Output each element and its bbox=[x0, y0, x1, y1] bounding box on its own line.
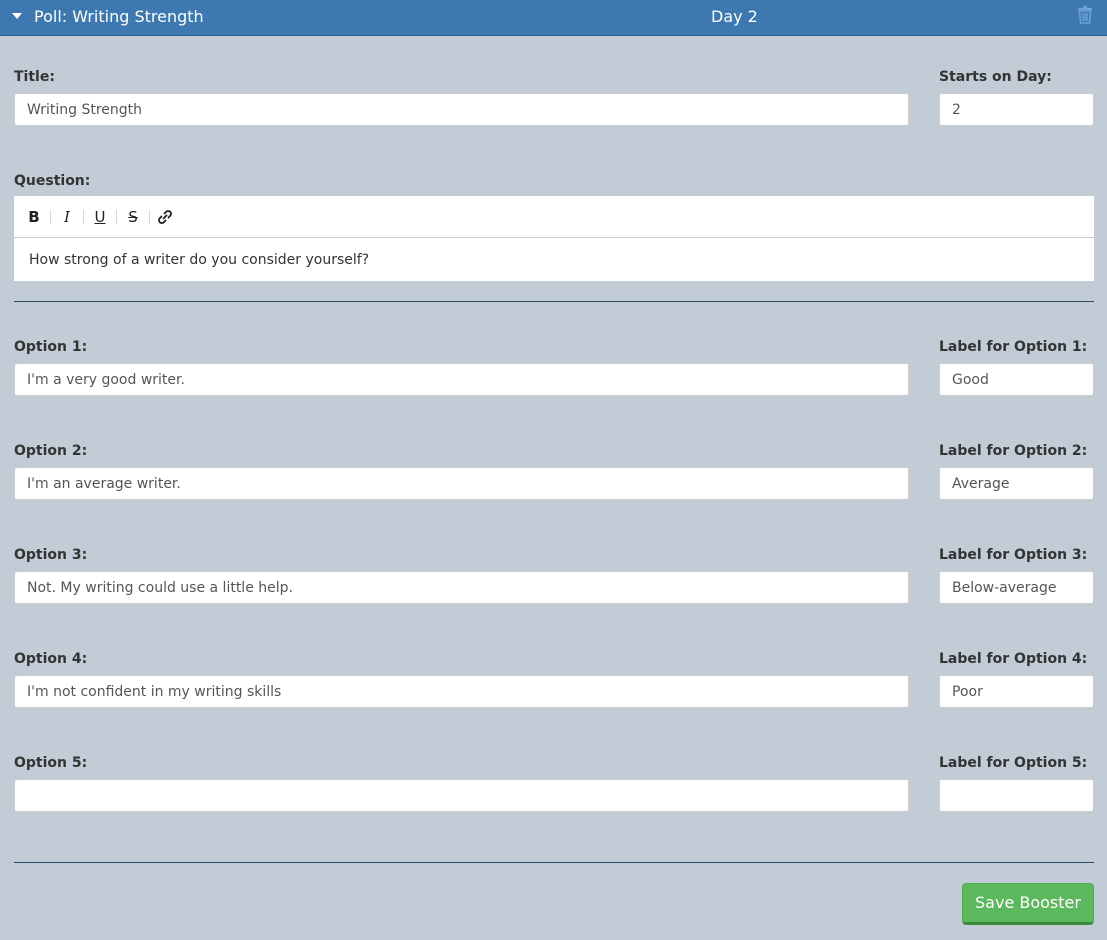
title-input[interactable] bbox=[14, 93, 909, 126]
booster-title: Poll: Writing Strength bbox=[34, 7, 204, 26]
toolbar-divider bbox=[50, 210, 51, 224]
booster-day: Day 2 bbox=[711, 7, 758, 26]
start-day-input[interactable] bbox=[939, 93, 1094, 126]
option-3-tag-input[interactable] bbox=[939, 571, 1094, 604]
trash-icon[interactable] bbox=[1077, 6, 1093, 24]
start-day-label: Starts on Day: bbox=[939, 69, 1052, 85]
question-text[interactable]: How strong of a writer do you consider y… bbox=[29, 251, 369, 269]
underline-button[interactable]: U bbox=[90, 207, 110, 227]
option-5-tag-input[interactable] bbox=[939, 779, 1094, 812]
option-5-input[interactable] bbox=[14, 779, 909, 812]
option-4-tag-input[interactable] bbox=[939, 675, 1094, 708]
bold-button[interactable]: B bbox=[24, 207, 44, 227]
option-2-input[interactable] bbox=[14, 467, 909, 500]
option-5-label: Option 5: bbox=[14, 755, 88, 771]
option-4-tag-label: Label for Option 4: bbox=[939, 651, 1088, 667]
italic-button[interactable]: I bbox=[57, 207, 77, 227]
caret-down-icon[interactable] bbox=[12, 13, 22, 19]
question-editor[interactable]: B I U S How strong of a writer do you co… bbox=[14, 196, 1094, 281]
option-3-label: Option 3: bbox=[14, 547, 88, 563]
toolbar-divider bbox=[116, 210, 117, 224]
option-1-tag-input[interactable] bbox=[939, 363, 1094, 396]
section-divider bbox=[14, 301, 1094, 302]
save-booster-button[interactable]: Save Booster bbox=[962, 883, 1094, 925]
option-4-input[interactable] bbox=[14, 675, 909, 708]
option-1-tag-label: Label for Option 1: bbox=[939, 339, 1088, 355]
strikethrough-button[interactable]: S bbox=[123, 207, 143, 227]
option-4-label: Option 4: bbox=[14, 651, 88, 667]
option-1-label: Option 1: bbox=[14, 339, 88, 355]
question-label: Question: bbox=[14, 173, 91, 189]
option-3-input[interactable] bbox=[14, 571, 909, 604]
link-icon[interactable] bbox=[156, 208, 174, 226]
option-2-label: Option 2: bbox=[14, 443, 88, 459]
booster-header[interactable]: Poll: Writing Strength Day 2 bbox=[0, 0, 1107, 36]
toolbar-divider bbox=[83, 210, 84, 224]
option-2-tag-label: Label for Option 2: bbox=[939, 443, 1088, 459]
option-1-input[interactable] bbox=[14, 363, 909, 396]
title-label: Title: bbox=[14, 69, 55, 85]
option-5-tag-label: Label for Option 5: bbox=[939, 755, 1088, 771]
option-3-tag-label: Label for Option 3: bbox=[939, 547, 1088, 563]
footer-divider bbox=[14, 862, 1094, 863]
toolbar-divider bbox=[149, 210, 150, 224]
editor-toolbar: B I U S bbox=[14, 196, 1094, 238]
option-2-tag-input[interactable] bbox=[939, 467, 1094, 500]
